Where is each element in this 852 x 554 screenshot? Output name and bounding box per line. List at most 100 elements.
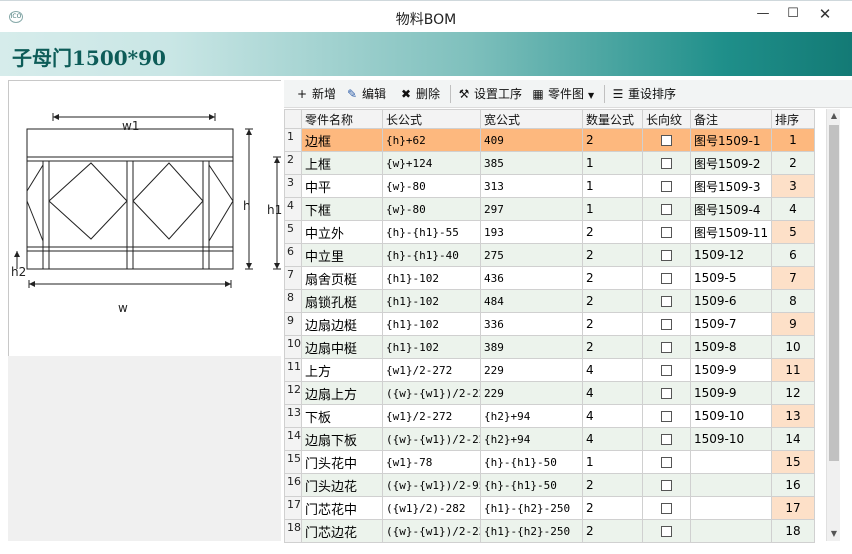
quantity-cell[interactable]: 2 (582, 266, 643, 290)
note-cell[interactable] (690, 450, 772, 474)
part-name-cell[interactable]: 边扇上方 (301, 381, 383, 405)
row-number[interactable]: 13 (284, 404, 302, 428)
part-name-cell[interactable]: 边框 (301, 128, 383, 152)
part-name-cell[interactable]: 中平 (301, 174, 383, 198)
note-cell[interactable]: 图号1509-1 (690, 128, 772, 152)
row-number[interactable]: 12 (284, 381, 302, 405)
width-formula-cell[interactable]: 385 (480, 151, 583, 175)
grain-checkbox-cell[interactable] (642, 519, 691, 543)
width-formula-cell[interactable]: 484 (480, 289, 583, 313)
sort-order-cell[interactable]: 14 (771, 427, 815, 451)
length-formula-cell[interactable]: {w1}/2-272 (382, 404, 481, 428)
grain-checkbox[interactable] (661, 204, 672, 215)
quantity-cell[interactable]: 2 (582, 312, 643, 336)
width-formula-cell[interactable]: {h1}-{h2}-250 (480, 496, 583, 520)
length-formula-cell[interactable]: {w1}/2-272 (382, 358, 481, 382)
row-number[interactable]: 18 (284, 519, 302, 543)
edit-button[interactable]: ✎ 编辑 (344, 85, 386, 103)
note-cell[interactable]: 1509-5 (690, 266, 772, 290)
row-number[interactable]: 14 (284, 427, 302, 451)
grain-checkbox-cell[interactable] (642, 197, 691, 221)
grain-checkbox-cell[interactable] (642, 404, 691, 428)
column-header[interactable]: 宽公式 (480, 109, 583, 129)
width-formula-cell[interactable]: 409 (480, 128, 583, 152)
part-name-cell[interactable]: 门芯花中 (301, 496, 383, 520)
row-number[interactable]: 9 (284, 312, 302, 336)
note-cell[interactable]: 图号1509-3 (690, 174, 772, 198)
column-header[interactable]: 零件名称 (301, 109, 383, 129)
grain-checkbox-cell[interactable] (642, 266, 691, 290)
length-formula-cell[interactable]: {h}-{h1}-55 (382, 220, 481, 244)
length-formula-cell[interactable]: {h1}-102 (382, 289, 481, 313)
sort-order-cell[interactable]: 8 (771, 289, 815, 313)
row-number[interactable]: 8 (284, 289, 302, 313)
note-cell[interactable]: 1509-9 (690, 358, 772, 382)
length-formula-cell[interactable]: {h1}-102 (382, 335, 481, 359)
note-cell[interactable]: 1509-12 (690, 243, 772, 267)
close-button[interactable]: ✕ (810, 3, 840, 25)
quantity-cell[interactable]: 4 (582, 358, 643, 382)
part-name-cell[interactable]: 扇舍页梃 (301, 266, 383, 290)
grain-checkbox-cell[interactable] (642, 496, 691, 520)
note-cell[interactable]: 1509-6 (690, 289, 772, 313)
length-formula-cell[interactable]: {w}+124 (382, 151, 481, 175)
note-cell[interactable] (690, 473, 772, 497)
grain-checkbox[interactable] (661, 434, 672, 445)
sort-order-cell[interactable]: 4 (771, 197, 815, 221)
part-name-cell[interactable]: 扇锁孔梃 (301, 289, 383, 313)
part-name-cell[interactable]: 门头花中 (301, 450, 383, 474)
width-formula-cell[interactable]: 313 (480, 174, 583, 198)
grain-checkbox[interactable] (661, 503, 672, 514)
length-formula-cell[interactable]: ({w}-{w1})/2-225 (382, 381, 481, 405)
row-number[interactable]: 7 (284, 266, 302, 290)
row-number[interactable]: 17 (284, 496, 302, 520)
grain-checkbox-cell[interactable] (642, 473, 691, 497)
note-cell[interactable]: 1509-8 (690, 335, 772, 359)
table-scrollbar[interactable]: ▲ ▼ (826, 109, 840, 541)
note-cell[interactable]: 1509-10 (690, 427, 772, 451)
length-formula-cell[interactable]: ({w}-{w1})/2-225 (382, 427, 481, 451)
note-cell[interactable]: 图号1509-4 (690, 197, 772, 221)
quantity-cell[interactable]: 2 (582, 473, 643, 497)
grain-checkbox[interactable] (661, 388, 672, 399)
quantity-cell[interactable]: 4 (582, 404, 643, 428)
sort-order-cell[interactable]: 3 (771, 174, 815, 198)
table-row[interactable]: 6 中立里 {h}-{h1}-40 275 2 1509-12 6 (284, 243, 815, 267)
sort-order-cell[interactable]: 7 (771, 266, 815, 290)
grain-checkbox[interactable] (661, 480, 672, 491)
table-row[interactable]: 1 边框 {h}+62 409 2 图号1509-1 1 (284, 128, 815, 152)
width-formula-cell[interactable]: 193 (480, 220, 583, 244)
note-cell[interactable]: 1509-9 (690, 381, 772, 405)
quantity-cell[interactable]: 2 (582, 243, 643, 267)
grain-checkbox-cell[interactable] (642, 312, 691, 336)
sort-order-cell[interactable]: 2 (771, 151, 815, 175)
grain-checkbox[interactable] (661, 181, 672, 192)
table-row[interactable]: 12边扇上方({w}-{w1})/2-22522941509-912 (284, 381, 815, 405)
quantity-cell[interactable]: 2 (582, 128, 643, 152)
sort-order-cell[interactable]: 1 (771, 128, 815, 152)
width-formula-cell[interactable]: {h}-{h1}-50 (480, 450, 583, 474)
sort-order-cell[interactable]: 18 (771, 519, 815, 543)
table-row[interactable]: 13 下板 {w1}/2-272 {h2}+94 4 1509-10 13 (284, 404, 815, 428)
grain-checkbox-cell[interactable] (642, 128, 691, 152)
sort-order-cell[interactable]: 11 (771, 358, 815, 382)
delete-button[interactable]: ✖ 删除 (398, 85, 440, 103)
table-row[interactable]: 17 门芯花中 ({w1}/2)-282 {h1}-{h2}-250 2 17 (284, 496, 815, 520)
grain-checkbox[interactable] (661, 319, 672, 330)
grain-checkbox[interactable] (661, 457, 672, 468)
quantity-cell[interactable]: 4 (582, 427, 643, 451)
set-process-button[interactable]: ⚒ 设置工序 (456, 85, 522, 103)
part-name-cell[interactable]: 中立外 (301, 220, 383, 244)
width-formula-cell[interactable]: 389 (480, 335, 583, 359)
minimize-button[interactable]: — (748, 3, 778, 25)
part-name-cell[interactable]: 门芯边花 (301, 519, 383, 543)
sort-order-cell[interactable]: 5 (771, 220, 815, 244)
table-row[interactable]: 3 中平 {w}-80 313 1 图号1509-3 3 (284, 174, 815, 198)
length-formula-cell[interactable]: ({w}-{w1})/2-235 (382, 519, 481, 543)
row-number[interactable]: 11 (284, 358, 302, 382)
sort-order-cell[interactable]: 12 (771, 381, 815, 405)
scrollbar-thumb[interactable] (829, 125, 839, 461)
quantity-cell[interactable]: 1 (582, 450, 643, 474)
grain-checkbox-cell[interactable] (642, 450, 691, 474)
table-row[interactable]: 2 上框 {w}+124 385 1 图号1509-2 2 (284, 151, 815, 175)
